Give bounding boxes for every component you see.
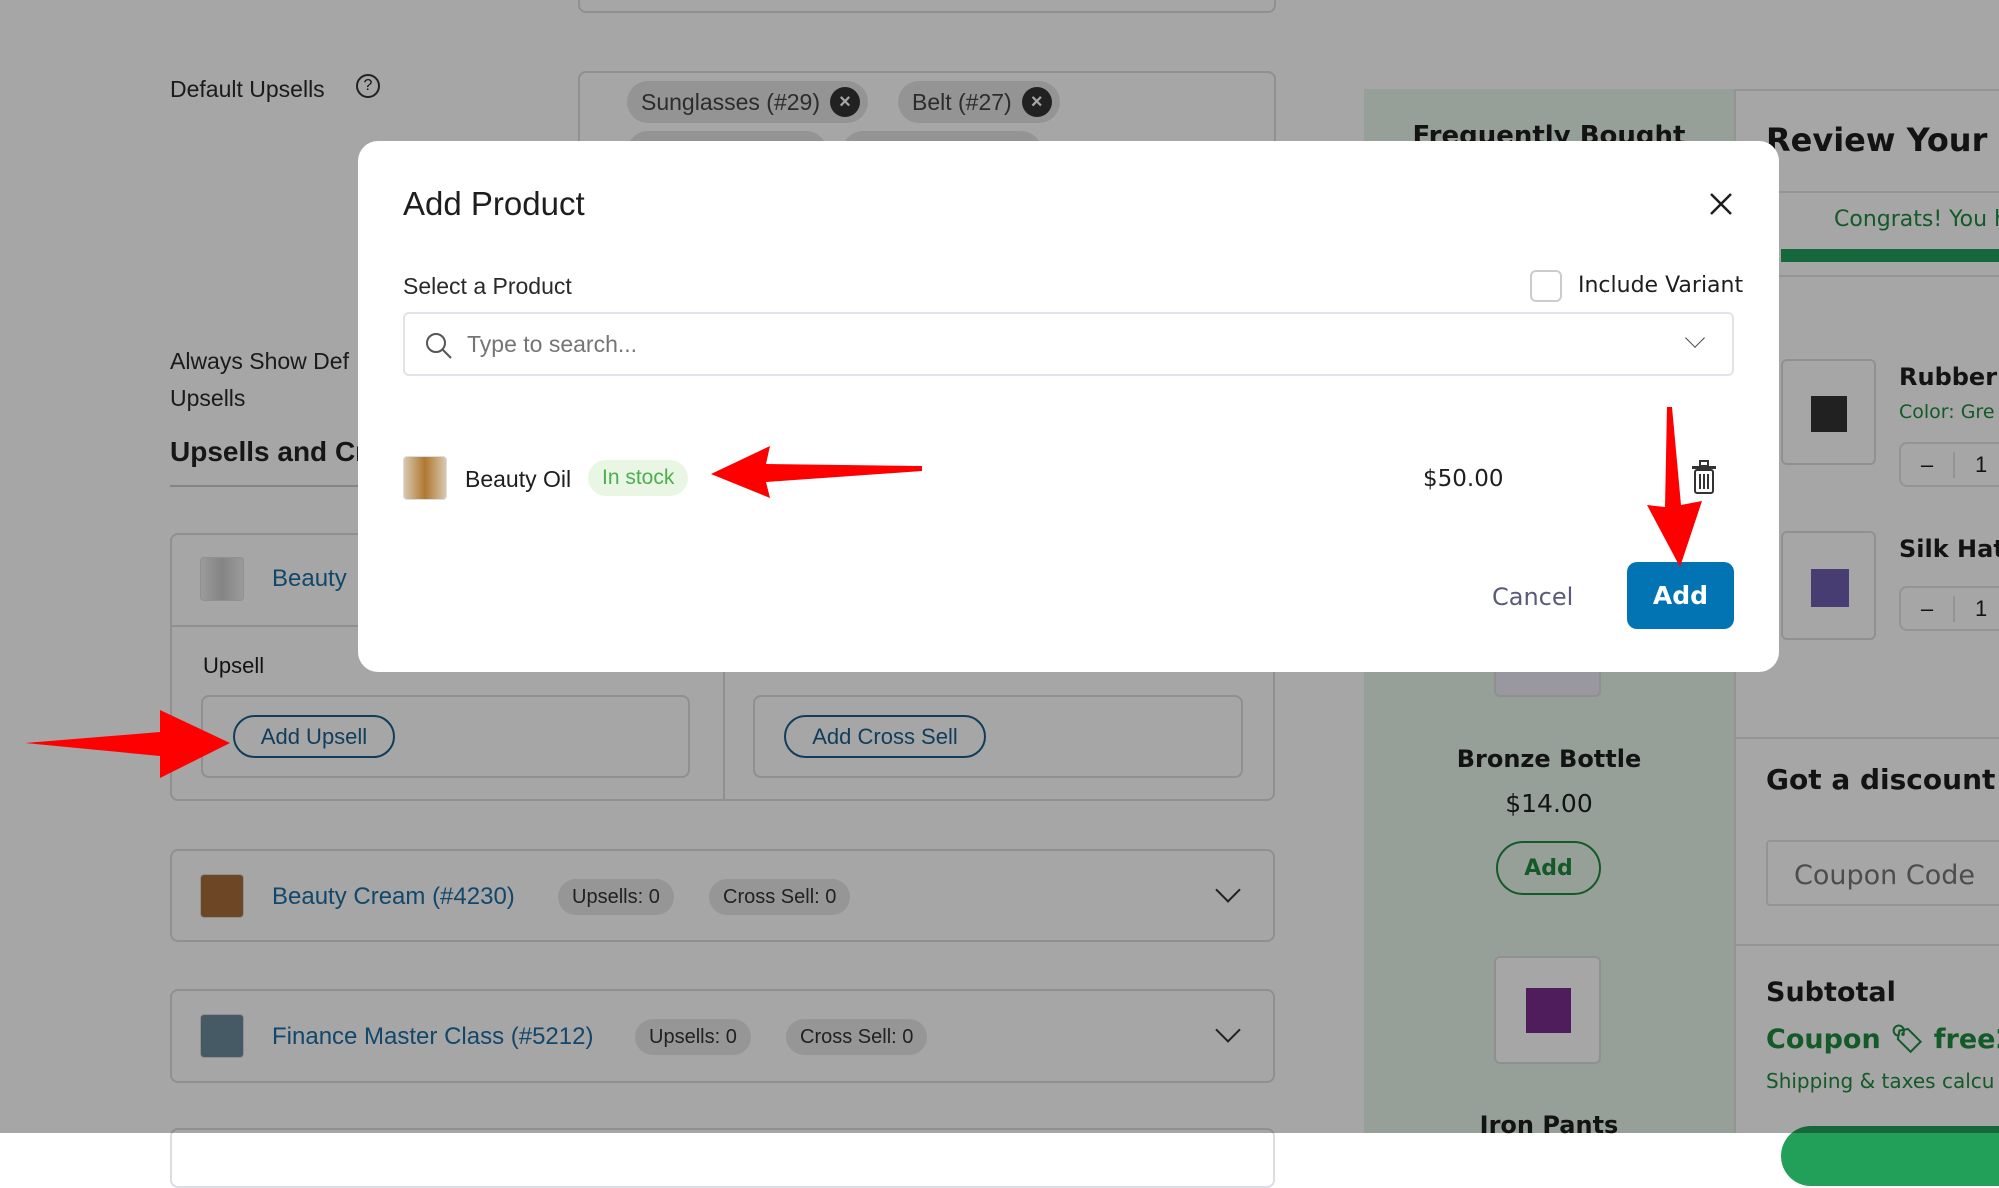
arrow-shape (711, 446, 922, 498)
modal-title: Add Product (403, 185, 585, 222)
arrow-shape (1647, 407, 1702, 567)
annotation-arrow-left (25, 710, 230, 778)
checkout-button[interactable] (1781, 1126, 1999, 1186)
search-icon (426, 333, 452, 359)
product-row[interactable] (170, 1128, 1275, 1188)
arrow-shape (25, 710, 230, 778)
stock-badge: In stock (588, 460, 689, 496)
include-variant-label[interactable]: Include Variant (1578, 273, 1743, 298)
selected-product-price: $50.00 (1423, 466, 1504, 492)
add-button[interactable]: Add (1627, 562, 1734, 629)
chevron-down-icon[interactable] (1685, 328, 1705, 348)
selected-product-name: Beauty Oil (465, 466, 572, 492)
search-input[interactable] (467, 328, 1617, 360)
include-variant-checkbox[interactable] (1530, 270, 1562, 302)
cancel-button[interactable]: Cancel (1492, 583, 1573, 611)
select-product-label: Select a Product (403, 273, 572, 299)
annotation-arrow-stock (711, 446, 922, 498)
product-thumbnail (403, 456, 447, 500)
add-product-modal: Add Product Select a Product Include Var… (358, 141, 1779, 672)
close-icon[interactable] (1709, 192, 1733, 216)
annotation-arrow-add (1647, 407, 1702, 567)
product-search-select[interactable] (403, 312, 1734, 376)
